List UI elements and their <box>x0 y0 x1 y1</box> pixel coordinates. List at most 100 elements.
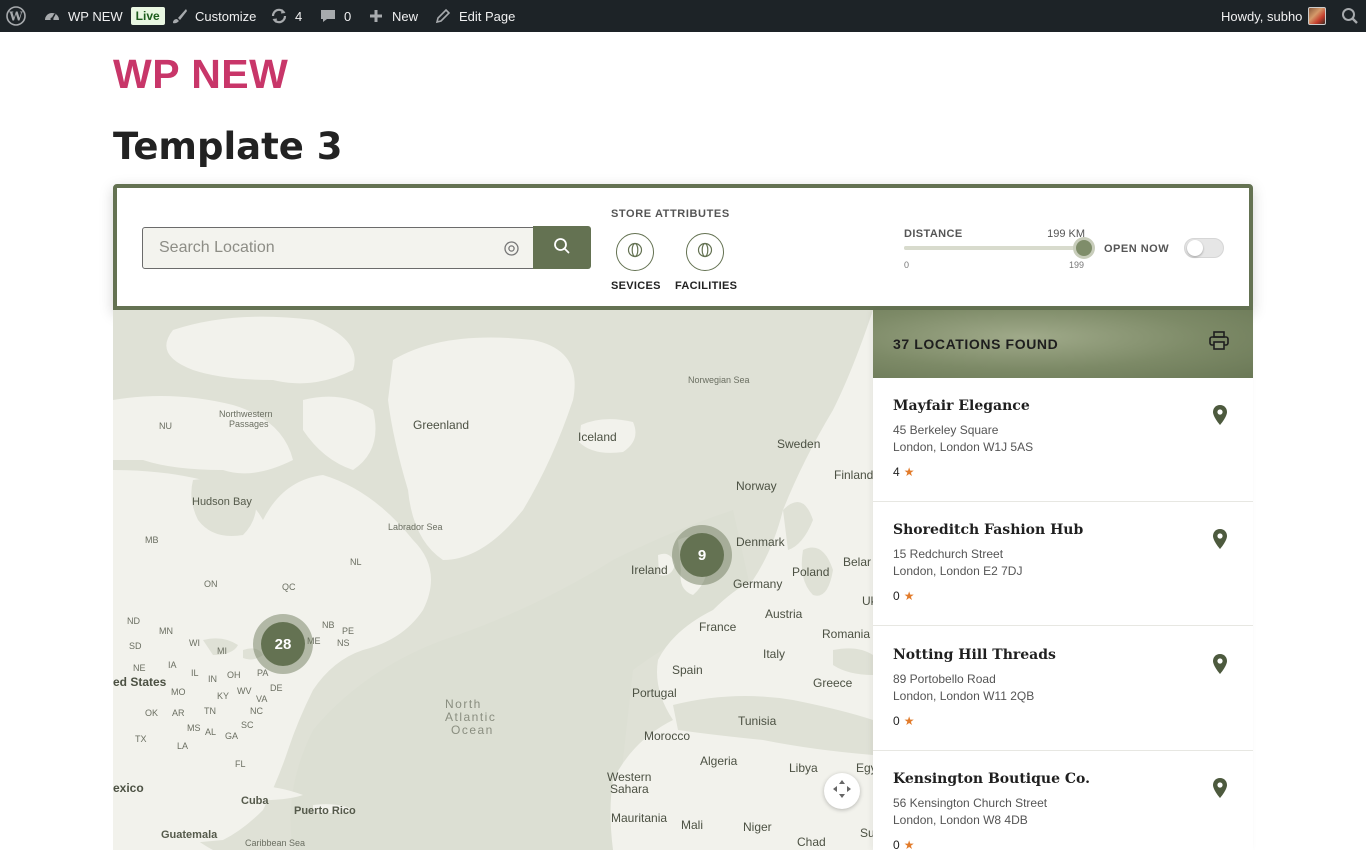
map-label-sudan: Su <box>860 826 873 840</box>
distance-label: DISTANCE <box>904 228 963 240</box>
map-label-libya: Libya <box>789 761 818 775</box>
map-fullscreen-button[interactable] <box>824 773 860 809</box>
store-name[interactable]: Notting Hill Threads <box>893 647 1056 663</box>
store-city: London, London W1J 5AS <box>893 440 1034 454</box>
map-label-il: IL <box>191 668 199 678</box>
store-list-item[interactable]: Notting Hill Threads 89 Portobello Road … <box>873 627 1253 751</box>
locations-found-count: 37 LOCATIONS FOUND <box>893 336 1059 352</box>
map-label-mn: MN <box>159 626 173 636</box>
admin-search-button[interactable] <box>1340 0 1360 32</box>
store-attributes-heading: STORE ATTRIBUTES <box>611 208 730 220</box>
new-content-menu[interactable]: New <box>366 0 418 32</box>
globe-leaf-icon <box>627 242 643 262</box>
services-attribute-button[interactable] <box>616 233 654 271</box>
map-label-nc: NC <box>250 706 263 716</box>
map-pin-icon[interactable] <box>1211 653 1229 675</box>
map-label-pe: PE <box>342 626 355 636</box>
map-label-greece: Greece <box>813 676 853 690</box>
map-cluster-north-america[interactable]: 28 <box>253 614 313 674</box>
services-attribute-label: SEVICES <box>611 280 661 292</box>
store-city: London, London W11 2QB <box>893 689 1035 703</box>
map-label-cuba: Cuba <box>241 795 269 807</box>
howdy-label: Howdy, subho <box>1221 8 1303 24</box>
distance-slider-handle[interactable] <box>1076 240 1092 256</box>
distance-value: 199 KM <box>1047 228 1085 240</box>
star-icon: ★ <box>903 589 915 603</box>
map-label-tn: TN <box>204 706 216 716</box>
open-now-toggle[interactable] <box>1184 238 1224 258</box>
map-label-va: VA <box>256 694 268 704</box>
map-label-sc: SC <box>241 720 254 730</box>
map-label-iceland: Iceland <box>578 430 617 444</box>
store-street: 56 Kensington Church Street <box>893 796 1048 810</box>
map-label-northwestern: Northwestern <box>219 409 273 419</box>
results-panel: 37 LOCATIONS FOUND Mayfair Elegance 45 B… <box>873 310 1253 850</box>
edit-page-link[interactable]: Edit Page <box>433 0 515 32</box>
store-name[interactable]: Mayfair Elegance <box>893 398 1030 414</box>
updates-link[interactable]: 4 <box>269 0 302 32</box>
site-name-label: WP NEW <box>68 8 123 24</box>
distance-slider[interactable] <box>904 240 1092 256</box>
facilities-attribute-label: FACILITIES <box>675 280 738 292</box>
search-location-input[interactable] <box>142 227 534 269</box>
map-label-mb: MB <box>145 535 159 545</box>
cluster-count: 9 <box>680 533 724 577</box>
print-button[interactable] <box>1208 330 1230 352</box>
site-title[interactable]: WP NEW <box>113 51 288 97</box>
store-map[interactable]: Greenland Iceland Norwegian Sea Sweden F… <box>113 310 873 850</box>
store-rating-value: 0 <box>893 589 900 603</box>
plus-icon <box>366 6 386 26</box>
map-label-in: IN <box>208 674 217 684</box>
dashboard-icon <box>42 6 62 26</box>
facilities-attribute-button[interactable] <box>686 233 724 271</box>
locate-icon[interactable] <box>503 240 520 257</box>
distance-slider-fill <box>904 246 1084 250</box>
store-name[interactable]: Kensington Boutique Co. <box>893 771 1090 787</box>
search-icon <box>1340 6 1360 26</box>
store-rating-value: 0 <box>893 714 900 728</box>
wordpress-icon: W <box>6 6 26 26</box>
store-list-item[interactable]: Kensington Boutique Co. 56 Kensington Ch… <box>873 751 1253 850</box>
store-filter-bar: STORE ATTRIBUTES SEVICES FACILITIES DIST… <box>113 184 1253 310</box>
map-label-austria: Austria <box>765 607 803 621</box>
distance-min-label: 0 <box>904 260 910 270</box>
account-menu[interactable]: Howdy, subho <box>1221 0 1327 32</box>
map-label-mali: Mali <box>681 818 704 832</box>
map-label-ukraine: Uk <box>862 594 873 608</box>
map-label-egypt: Egy <box>856 761 873 775</box>
map-label-chad: Chad <box>797 835 826 849</box>
map-label-germany: Germany <box>733 577 783 591</box>
store-street: 89 Portobello Road <box>893 672 996 686</box>
fullscreen-icon <box>831 778 853 804</box>
map-label-guatemala: Guatemala <box>161 829 218 841</box>
globe-leaf-icon <box>697 242 713 262</box>
store-list-item[interactable]: Shoreditch Fashion Hub 15 Redchurch Stre… <box>873 502 1253 626</box>
map-label-italy: Italy <box>763 647 786 661</box>
print-icon <box>1208 331 1230 356</box>
map-label-ar: AR <box>172 708 185 718</box>
results-header: 37 LOCATIONS FOUND <box>873 310 1253 378</box>
wp-logo-menu[interactable]: W <box>6 0 26 32</box>
store-rating: 0 ★ <box>893 714 914 728</box>
map-label-denmark: Denmark <box>736 535 785 549</box>
site-name-menu[interactable]: WP NEW Live <box>42 0 165 32</box>
map-label-nl: NL <box>350 557 362 567</box>
map-cluster-europe[interactable]: 9 <box>672 525 732 585</box>
map-pin-icon[interactable] <box>1211 404 1229 426</box>
store-name[interactable]: Shoreditch Fashion Hub <box>893 522 1083 538</box>
store-list-item[interactable]: Mayfair Elegance 45 Berkeley Square Lond… <box>873 378 1253 502</box>
customize-link[interactable]: Customize <box>169 0 256 32</box>
map-label-norway: Norway <box>736 479 777 493</box>
map-label-wi: WI <box>189 638 200 648</box>
search-button[interactable] <box>533 226 591 269</box>
map-label-norwegian-sea: Norwegian Sea <box>688 375 750 385</box>
map-label-passages: Passages <box>229 419 269 429</box>
search-icon <box>553 237 571 259</box>
store-rating-value: 0 <box>893 838 900 850</box>
map-label-caribbean-sea: Caribbean Sea <box>245 838 306 848</box>
map-label-mi: MI <box>217 646 227 656</box>
comments-link[interactable]: 0 <box>318 0 351 32</box>
map-pin-icon[interactable] <box>1211 528 1229 550</box>
map-pin-icon[interactable] <box>1211 777 1229 799</box>
map-label-ne: NE <box>133 663 146 673</box>
